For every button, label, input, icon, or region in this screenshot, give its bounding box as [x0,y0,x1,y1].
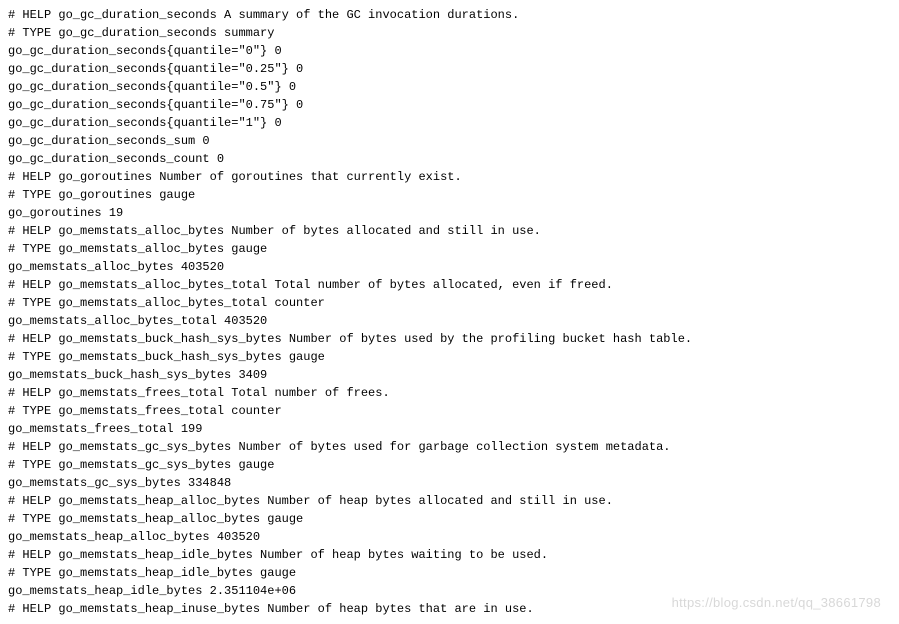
metrics-line: go_memstats_gc_sys_bytes 334848 [8,474,891,492]
metrics-line: go_gc_duration_seconds_sum 0 [8,132,891,150]
metrics-line: # HELP go_memstats_frees_total Total num… [8,384,891,402]
metrics-line: go_gc_duration_seconds{quantile="0.25"} … [8,60,891,78]
metrics-line: # HELP go_memstats_gc_sys_bytes Number o… [8,438,891,456]
metrics-line: go_memstats_heap_alloc_bytes 403520 [8,528,891,546]
metrics-line: # TYPE go_gc_duration_seconds summary [8,24,891,42]
metrics-line: go_gc_duration_seconds_count 0 [8,150,891,168]
metrics-line: # TYPE go_memstats_buck_hash_sys_bytes g… [8,348,891,366]
metrics-line: # HELP go_memstats_heap_alloc_bytes Numb… [8,492,891,510]
metrics-line: go_gc_duration_seconds{quantile="0.5"} 0 [8,78,891,96]
metrics-output: # HELP go_gc_duration_seconds A summary … [8,6,891,618]
metrics-line: # TYPE go_memstats_frees_total counter [8,402,891,420]
metrics-line: go_gc_duration_seconds{quantile="0.75"} … [8,96,891,114]
metrics-line: # HELP go_memstats_buck_hash_sys_bytes N… [8,330,891,348]
metrics-line: # HELP go_memstats_heap_inuse_bytes Numb… [8,600,891,618]
metrics-line: # HELP go_memstats_alloc_bytes Number of… [8,222,891,240]
metrics-line: go_gc_duration_seconds{quantile="1"} 0 [8,114,891,132]
metrics-line: # HELP go_memstats_alloc_bytes_total Tot… [8,276,891,294]
metrics-line: go_memstats_alloc_bytes_total 403520 [8,312,891,330]
metrics-line: go_memstats_frees_total 199 [8,420,891,438]
metrics-line: go_memstats_buck_hash_sys_bytes 3409 [8,366,891,384]
metrics-line: # TYPE go_memstats_alloc_bytes gauge [8,240,891,258]
metrics-line: # TYPE go_memstats_gc_sys_bytes gauge [8,456,891,474]
metrics-line: go_memstats_heap_idle_bytes 2.351104e+06 [8,582,891,600]
metrics-line: # TYPE go_memstats_heap_idle_bytes gauge [8,564,891,582]
metrics-line: # TYPE go_goroutines gauge [8,186,891,204]
metrics-line: go_gc_duration_seconds{quantile="0"} 0 [8,42,891,60]
metrics-line: # HELP go_memstats_heap_idle_bytes Numbe… [8,546,891,564]
metrics-line: # HELP go_gc_duration_seconds A summary … [8,6,891,24]
metrics-line: # HELP go_goroutines Number of goroutine… [8,168,891,186]
metrics-line: # TYPE go_memstats_alloc_bytes_total cou… [8,294,891,312]
metrics-line: # TYPE go_memstats_heap_alloc_bytes gaug… [8,510,891,528]
metrics-line: go_memstats_alloc_bytes 403520 [8,258,891,276]
metrics-line: go_goroutines 19 [8,204,891,222]
